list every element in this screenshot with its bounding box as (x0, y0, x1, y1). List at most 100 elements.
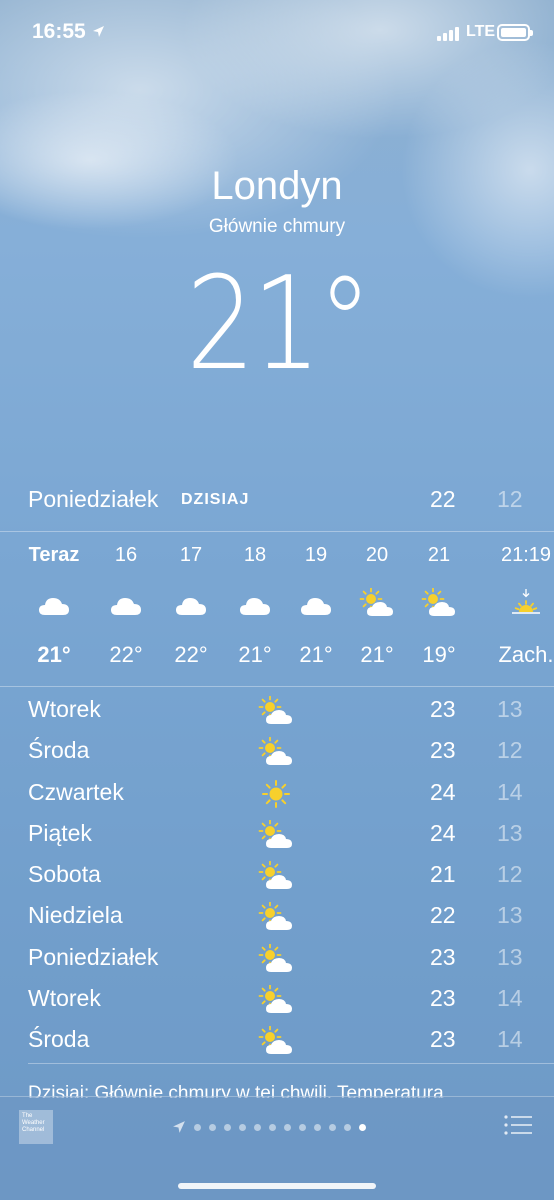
daily-high: 23 (430, 985, 456, 1012)
daily-high: 21 (430, 861, 456, 888)
partly-cloudy-icon (258, 695, 294, 726)
page-dot[interactable] (209, 1123, 216, 1131)
page-dot[interactable] (239, 1123, 246, 1131)
page-dot[interactable] (344, 1123, 351, 1131)
cloud-icon (173, 588, 209, 618)
hourly-time: 20 (365, 544, 389, 566)
location-arrow-icon (93, 26, 104, 37)
location-arrow-icon (173, 1121, 185, 1133)
daily-low: 13 (497, 819, 523, 846)
daily-high: 22 (430, 902, 456, 929)
hourly-time: 21:19 (500, 544, 552, 566)
bottom-toolbar: The Weather Channel (0, 1096, 554, 1200)
daily-low: 13 (497, 943, 523, 970)
network-type: LTE (466, 23, 496, 40)
hourly-temperature: 19° (422, 642, 456, 667)
daily-day: Środa (28, 737, 90, 764)
daily-high: 23 (430, 696, 456, 722)
hourly-forecast[interactable]: Teraz 21° 16 22° 17 22° 18 21° 19 21° 20 21° 21 19° 21… (0, 532, 554, 686)
daily-day: Piątek (28, 819, 92, 846)
hourly-item: Teraz 21° (19, 532, 89, 686)
signal-strength-icon (437, 27, 459, 41)
daily-day: Niedziela (28, 902, 123, 929)
hourly-temperature: 21° (299, 642, 333, 667)
cloud-icon (36, 588, 72, 618)
daily-low: 14 (497, 778, 523, 805)
hourly-temperature: Zach. (498, 642, 554, 667)
cloud-icon (237, 588, 273, 618)
partly-cloudy-icon (258, 860, 294, 891)
daily-low: 12 (497, 861, 523, 888)
hourly-item: 19 21° (281, 532, 351, 686)
battery-icon (497, 24, 533, 41)
partly-cloudy-icon (258, 736, 294, 767)
page-dot[interactable] (329, 1123, 336, 1131)
home-indicator[interactable] (178, 1183, 376, 1189)
hourly-item: 20 21° (342, 532, 412, 686)
daily-day: Poniedziałek (28, 943, 159, 970)
daily-low: 13 (497, 696, 523, 722)
hourly-time: 18 (243, 544, 267, 566)
partly-cloudy-icon (258, 1025, 294, 1056)
page-dot[interactable] (269, 1123, 276, 1131)
status-time: 16:55 (32, 20, 86, 43)
daily-day: Wtorek (28, 985, 101, 1012)
daily-low: 14 (497, 985, 523, 1012)
daily-row: Piątek 24 13 (0, 814, 554, 855)
today-low: 12 (497, 486, 523, 512)
hourly-item: 21 19° (404, 532, 474, 686)
daily-high: 23 (430, 943, 456, 970)
divider (28, 1063, 554, 1064)
daily-row: Wtorek 23 13 (0, 690, 554, 731)
hourly-temperature: 21° (37, 642, 71, 667)
page-dot[interactable] (224, 1123, 231, 1131)
daily-row: Środa 23 12 (0, 731, 554, 772)
daily-high: 23 (430, 737, 456, 764)
daily-row: Sobota 21 12 (0, 855, 554, 896)
hourly-temperature: 22° (174, 642, 208, 667)
page-dot[interactable] (194, 1123, 201, 1131)
hourly-item: 18 21° (220, 532, 290, 686)
list-icon[interactable] (504, 1115, 532, 1135)
divider (0, 686, 554, 687)
weather-channel-logo[interactable]: The Weather Channel (19, 1110, 53, 1144)
partly-cloudy-icon (421, 587, 457, 618)
hourly-temperature: 22° (109, 642, 143, 667)
hourly-time: 19 (304, 544, 328, 566)
hourly-time: 21 (427, 544, 451, 566)
page-dot[interactable] (254, 1123, 261, 1131)
partly-cloudy-icon (258, 943, 294, 974)
partly-cloudy-icon (258, 984, 294, 1015)
page-indicator[interactable] (172, 1120, 366, 1134)
daily-low: 12 (497, 737, 523, 764)
daily-high: 24 (430, 819, 456, 846)
cloud-icon (298, 588, 334, 618)
current-temperature: 21° (185, 250, 372, 399)
page-dot[interactable] (284, 1123, 291, 1131)
today-day: Poniedziałek (28, 486, 159, 512)
daily-day: Wtorek (28, 696, 101, 722)
daily-low: 13 (497, 902, 523, 929)
hourly-item: 21:19 Zach. (491, 532, 554, 686)
page-dot[interactable] (359, 1123, 366, 1131)
city-name: Londyn (211, 164, 343, 208)
status-bar: 16:55 LTE (0, 0, 554, 66)
hourly-time: 16 (114, 544, 138, 566)
page-dot[interactable] (299, 1123, 306, 1131)
daily-row: Wtorek 23 14 (0, 979, 554, 1020)
sunset-icon (508, 588, 544, 618)
page-dot[interactable] (314, 1123, 321, 1131)
today-tag: DZISIAJ (181, 491, 250, 508)
today-high: 22 (430, 486, 456, 512)
hourly-time: 17 (179, 544, 203, 566)
daily-row: Środa 23 14 (0, 1020, 554, 1061)
hourly-temperature: 21° (238, 642, 272, 667)
daily-row: Poniedziałek 23 13 (0, 938, 554, 979)
hourly-time: Teraz (28, 544, 80, 566)
daily-low: 14 (497, 1026, 523, 1053)
hourly-temperature: 21° (360, 642, 394, 667)
hourly-item: 17 22° (156, 532, 226, 686)
daily-row: Niedziela 22 13 (0, 896, 554, 937)
daily-row: Czwartek 24 14 (0, 773, 554, 814)
cloud-icon (108, 588, 144, 618)
